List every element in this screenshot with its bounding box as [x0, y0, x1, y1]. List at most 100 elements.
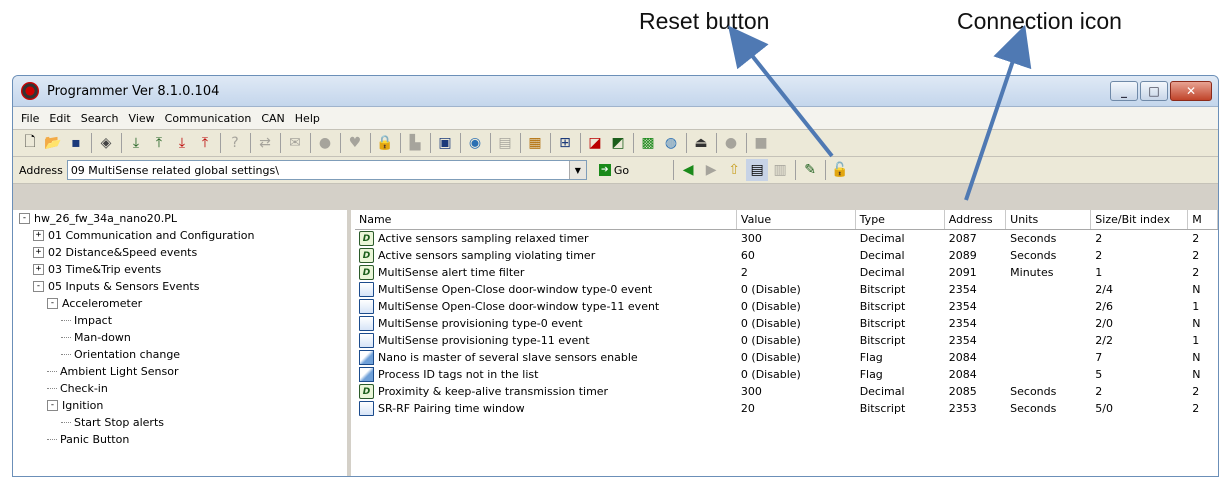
cell-value: 60: [740, 249, 755, 262]
tree-item[interactable]: +03 Time&Trip events: [13, 261, 347, 278]
column-header-m[interactable]: M: [1188, 210, 1218, 229]
cell-type: Flag: [859, 368, 883, 381]
pause-icon[interactable]: ■: [750, 132, 772, 154]
new-file-icon[interactable]: 🗋: [19, 132, 41, 154]
table-row[interactable]: SR-RF Pairing time window 20 Bitscript 2353…: [355, 400, 1218, 417]
table-row[interactable]: D Active sensors sampling relaxed timer 30…: [355, 230, 1218, 247]
column-header-address[interactable]: Address: [945, 210, 1007, 229]
network-icon[interactable]: ◍: [660, 132, 682, 154]
chip-icon[interactable]: ◈: [95, 132, 117, 154]
table-row[interactable]: Nano is master of several slave sensors …: [355, 349, 1218, 366]
upload-icon[interactable]: ⤒: [148, 132, 170, 154]
tree-item[interactable]: Check-in: [13, 380, 347, 397]
menu-search[interactable]: Search: [77, 112, 123, 125]
schedule-icon[interactable]: ▦: [524, 132, 546, 154]
cell-name: MultiSense Open-Close door-window type-0…: [355, 282, 737, 297]
cell-m: 1: [1192, 334, 1200, 347]
record-icon[interactable]: ●: [720, 132, 742, 154]
details-view-icon[interactable]: ▤: [746, 159, 769, 181]
grid-icon[interactable]: ⊞: [554, 132, 576, 154]
menu-communication[interactable]: Communication: [161, 112, 256, 125]
tree-item[interactable]: -05 Inputs & Sensors Events: [13, 278, 347, 295]
title-bar[interactable]: Programmer Ver 8.1.0.104 _ □ ✕: [13, 76, 1218, 107]
menu-file[interactable]: File: [17, 112, 43, 125]
tree-item[interactable]: Panic Button: [13, 431, 347, 448]
monitor-icon[interactable]: ▣: [434, 132, 456, 154]
download-red-icon[interactable]: ⤓: [171, 132, 193, 154]
address-input[interactable]: [67, 162, 564, 178]
tree-item[interactable]: +01 Communication and Configuration: [13, 227, 347, 244]
table-row[interactable]: D Active sensors sampling violating timer…: [355, 247, 1218, 264]
chart-icon[interactable]: ◪: [584, 132, 606, 154]
refresh-icon[interactable]: ⇄: [254, 132, 276, 154]
send-icon[interactable]: ✉: [284, 132, 306, 154]
address-combobox[interactable]: ▼: [66, 160, 587, 180]
lock-icon[interactable]: 🔒: [374, 132, 396, 154]
menu-help[interactable]: Help: [291, 112, 324, 125]
forward-icon[interactable]: ▶: [700, 159, 722, 181]
column-header-units[interactable]: Units: [1006, 210, 1092, 229]
tree-item[interactable]: Impact: [13, 312, 347, 329]
tree-item[interactable]: Orientation change: [13, 346, 347, 363]
list-view-icon[interactable]: ▥: [769, 159, 791, 181]
tree-item[interactable]: Man-down: [13, 329, 347, 346]
cell-size: 7: [1095, 351, 1103, 364]
cell-size: 1: [1095, 266, 1103, 279]
table-row[interactable]: Process ID tags not in the list 0 (Disabl…: [355, 366, 1218, 383]
graph-icon[interactable]: ▙: [404, 132, 426, 154]
table-row[interactable]: D MultiSense alert time filter 2 Decimal 209…: [355, 264, 1218, 281]
table-row[interactable]: MultiSense Open-Close door-window type-0…: [355, 281, 1218, 298]
collapse-icon[interactable]: -: [47, 400, 58, 411]
download-icon[interactable]: ⤓: [125, 132, 147, 154]
menu-can[interactable]: CAN: [257, 112, 288, 125]
cell-type: Bitscript: [859, 317, 906, 330]
column-header-type[interactable]: Type: [856, 210, 945, 229]
minimize-button[interactable]: _: [1110, 81, 1138, 101]
globe-icon[interactable]: ◉: [464, 132, 486, 154]
tree-item[interactable]: Ambient Light Sensor: [13, 363, 347, 380]
open-folder-icon[interactable]: 📂: [42, 132, 64, 154]
table-row[interactable]: MultiSense provisioning type-11 event 0 (…: [355, 332, 1218, 349]
table-row[interactable]: D Proximity & keep-alive transmission tim…: [355, 383, 1218, 400]
cell-value: 0 (Disable): [740, 317, 801, 330]
close-button[interactable]: ✕: [1170, 81, 1212, 101]
up-folder-icon[interactable]: ⇧: [723, 159, 745, 181]
maximize-button[interactable]: □: [1140, 81, 1168, 101]
back-icon[interactable]: ◀: [677, 159, 699, 181]
tree-item-label: 05 Inputs & Sensors Events: [48, 280, 200, 293]
heart-icon[interactable]: ♥: [344, 132, 366, 154]
tree-item[interactable]: - Accelerometer: [13, 295, 347, 312]
collapse-icon[interactable]: -: [33, 281, 44, 292]
help-icon[interactable]: ?: [224, 132, 246, 154]
reset-icon[interactable]: ▩: [637, 132, 659, 154]
column-header-name[interactable]: Name: [355, 210, 737, 229]
table-row[interactable]: MultiSense provisioning type-0 event 0 (D…: [355, 315, 1218, 332]
tree-item[interactable]: - Ignition: [13, 397, 347, 414]
can-icon[interactable]: ⏏: [690, 132, 712, 154]
cell-name-text: MultiSense Open-Close door-window type-0…: [378, 283, 653, 296]
calc-icon[interactable]: ▤: [494, 132, 516, 154]
save-icon[interactable]: ▪: [65, 132, 87, 154]
collapse-icon[interactable]: -: [19, 213, 30, 224]
tree-item[interactable]: - hw_26_fw_34a_nano20.PL: [13, 210, 347, 227]
window-title: Programmer Ver 8.1.0.104: [47, 83, 220, 99]
cell-address: 2089: [948, 249, 977, 262]
table-row[interactable]: MultiSense Open-Close door-window type-1…: [355, 298, 1218, 315]
settings-tools-icon[interactable]: ✎: [799, 159, 821, 181]
menu-view[interactable]: View: [125, 112, 159, 125]
tree-item[interactable]: +02 Distance&Speed events: [13, 244, 347, 261]
column-header-size[interactable]: Size/Bit index: [1091, 210, 1189, 229]
expand-icon[interactable]: +: [33, 264, 44, 275]
chevron-down-icon[interactable]: ▼: [568, 161, 586, 179]
stop-icon[interactable]: ●: [314, 132, 336, 154]
upload-red-icon[interactable]: ⤒: [194, 132, 216, 154]
menu-edit[interactable]: Edit: [45, 112, 74, 125]
expand-icon[interactable]: +: [33, 230, 44, 241]
tree-item[interactable]: Start Stop alerts: [13, 414, 347, 431]
expand-icon[interactable]: +: [33, 247, 44, 258]
connection-icon[interactable]: 🔓: [829, 159, 851, 181]
column-header-value[interactable]: Value: [737, 210, 856, 229]
collapse-icon[interactable]: -: [47, 298, 58, 309]
chart-alt-icon[interactable]: ◩: [607, 132, 629, 154]
go-button[interactable]: ➔ Go: [595, 164, 633, 177]
